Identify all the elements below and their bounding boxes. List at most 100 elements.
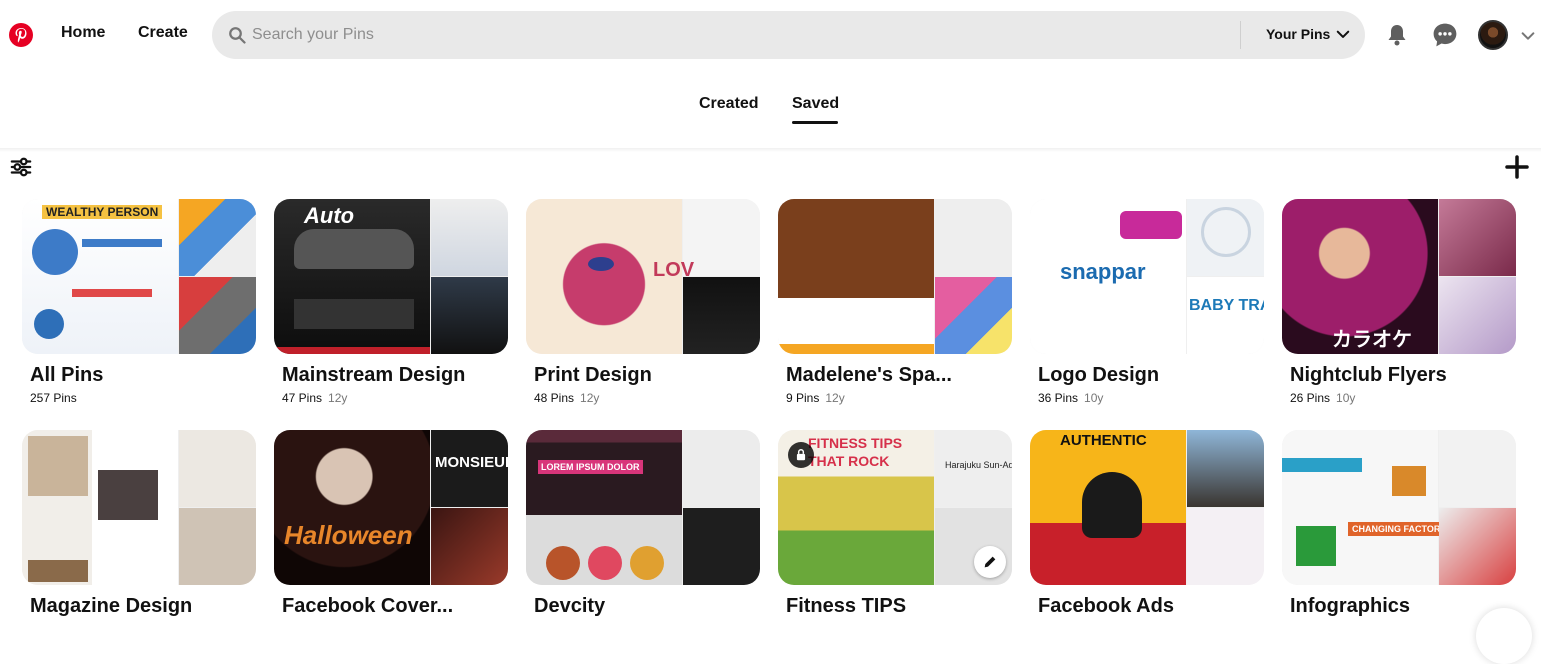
- board-cover[interactable]: カラオケ: [1282, 199, 1516, 354]
- board-cover-side-image: [431, 199, 508, 276]
- board-title[interactable]: Devcity: [534, 595, 605, 618]
- board-card[interactable]: WEALTHY PERSON All Pins 257 Pins: [22, 199, 258, 405]
- cover-caption: BABY TRAV: [1189, 297, 1264, 314]
- board-cover-side-image: [683, 430, 760, 507]
- board-card[interactable]: カラオケ Nightclub Flyers 26 Pins 10y: [1282, 199, 1518, 405]
- home-link[interactable]: Home: [61, 24, 105, 42]
- chevron-down-icon[interactable]: [1520, 28, 1536, 44]
- board-title[interactable]: All Pins: [30, 364, 103, 387]
- board-title[interactable]: Mainstream Design: [282, 364, 465, 387]
- avatar[interactable]: [1478, 20, 1508, 50]
- board-cover[interactable]: [22, 430, 256, 585]
- board-card[interactable]: Magazine Design: [22, 430, 258, 617]
- board-title[interactable]: Nightclub Flyers: [1290, 364, 1447, 387]
- search-bar[interactable]: Your Pins: [212, 11, 1365, 59]
- cover-graphic: [546, 546, 580, 580]
- cover-graphic: [274, 347, 430, 354]
- tab-created[interactable]: Created: [699, 95, 759, 113]
- active-tab-indicator: [792, 121, 838, 124]
- board-card[interactable]: LOREM IPSUM DOLOR Devcity: [526, 430, 762, 617]
- board-card[interactable]: Halloween MONSIEUR Facebook Cover...: [274, 430, 510, 617]
- board-cover[interactable]: LOREM IPSUM DOLOR: [526, 430, 760, 585]
- board-cover-side-image: [1187, 430, 1264, 507]
- cover-caption: FITNESS TIPS THAT ROCK: [808, 435, 903, 469]
- cover-graphic: [32, 229, 78, 275]
- plus-icon[interactable]: [1505, 155, 1529, 179]
- cover-caption: Halloween: [284, 520, 413, 550]
- cover-graphic: [98, 470, 158, 520]
- cover-graphic: [28, 436, 88, 496]
- create-link[interactable]: Create: [138, 24, 188, 42]
- board-cover-side-image: [1187, 199, 1264, 276]
- board-title[interactable]: Fitness TIPS: [786, 595, 906, 618]
- board-title[interactable]: Print Design: [534, 364, 652, 387]
- board-title[interactable]: Infographics: [1290, 595, 1410, 618]
- board-cover-side-image: [431, 277, 508, 354]
- header-divider: [0, 148, 1541, 152]
- cover-caption: カラオケ: [1332, 329, 1412, 351]
- board-cover[interactable]: AUTHENTIC: [1030, 430, 1264, 585]
- board-card[interactable]: CHANGING FACTORS Infographics: [1282, 430, 1518, 617]
- chevron-down-icon: [1337, 30, 1350, 38]
- board-cover[interactable]: FITNESS TIPS THAT ROCK Harajuku Sun-Ad: [778, 430, 1012, 585]
- board-cover[interactable]: snappar BABY TRAV: [1030, 199, 1264, 354]
- tab-saved[interactable]: Saved: [792, 95, 839, 113]
- notifications-button[interactable]: [1384, 22, 1410, 48]
- board-meta: 26 Pins 10y: [1290, 391, 1355, 405]
- board-card[interactable]: AUTHENTIC Facebook Ads: [1030, 430, 1266, 617]
- search-icon: [229, 27, 246, 44]
- cover-caption: snappar: [1060, 259, 1146, 284]
- cover-graphic: [588, 257, 614, 271]
- board-age: 12y: [580, 391, 600, 405]
- cover-graphic: [294, 299, 414, 329]
- board-cover-main-image: Auto: [274, 199, 430, 354]
- cover-caption: Harajuku Sun-Ad: [945, 460, 1012, 470]
- board-card[interactable]: Auto Mainstream Design 47 Pins 12y: [274, 199, 510, 405]
- board-age: 10y: [1336, 391, 1356, 405]
- board-title[interactable]: Logo Design: [1038, 364, 1159, 387]
- bell-icon: [1388, 25, 1406, 46]
- floating-help-button[interactable]: [1476, 608, 1532, 664]
- board-cover[interactable]: Auto: [274, 199, 508, 354]
- edit-board-button[interactable]: [974, 546, 1006, 578]
- board-cover-side-image: [431, 508, 508, 585]
- board-title[interactable]: Facebook Ads: [1038, 595, 1174, 618]
- board-age: 10y: [1084, 391, 1104, 405]
- board-pin-count: 9 Pins: [786, 391, 820, 405]
- search-input[interactable]: [252, 11, 1232, 59]
- board-title[interactable]: Facebook Cover...: [282, 595, 453, 618]
- board-card[interactable]: Madelene's Spa... 9 Pins 12y: [778, 199, 1014, 405]
- board-cover-side-image: [1187, 508, 1264, 585]
- messages-button[interactable]: [1432, 22, 1458, 48]
- board-meta: 36 Pins 10y: [1038, 391, 1103, 405]
- cover-graphic: [34, 309, 64, 339]
- board-cover[interactable]: Halloween MONSIEUR: [274, 430, 508, 585]
- board-card[interactable]: snappar BABY TRAV Logo Design 36 Pins 10y: [1030, 199, 1266, 405]
- board-title[interactable]: Magazine Design: [30, 595, 192, 618]
- pinterest-logo[interactable]: [9, 23, 33, 47]
- search-scope-dropdown[interactable]: Your Pins: [1266, 26, 1350, 42]
- board-card[interactable]: FITNESS TIPS THAT ROCK Harajuku Sun-Ad F…: [778, 430, 1014, 617]
- board-cover-side-image: Harajuku Sun-Ad: [935, 430, 1012, 507]
- board-meta: 9 Pins 12y: [786, 391, 845, 405]
- board-cover-main-image: AUTHENTIC: [1030, 430, 1186, 585]
- lock-glyph-icon: [796, 449, 806, 461]
- filter-icon[interactable]: [10, 156, 32, 178]
- board-meta: 47 Pins 12y: [282, 391, 347, 405]
- board-cover[interactable]: WEALTHY PERSON: [22, 199, 256, 354]
- board-cover[interactable]: LOV: [526, 199, 760, 354]
- board-cover[interactable]: CHANGING FACTORS: [1282, 430, 1516, 585]
- board-cover-main-image: snappar: [1030, 199, 1186, 354]
- cover-caption: AUTHENTIC: [1060, 432, 1147, 449]
- board-card[interactable]: LOV Print Design 48 Pins 12y: [526, 199, 762, 405]
- board-pin-count: 26 Pins: [1290, 391, 1331, 405]
- cover-graphic: [1120, 211, 1182, 239]
- board-cover-side-image: MONSIEUR: [431, 430, 508, 507]
- board-cover-side-image: [179, 430, 256, 507]
- board-cover[interactable]: [778, 199, 1012, 354]
- board-cover-side-image: [179, 199, 256, 276]
- board-cover-side-image: [683, 277, 760, 354]
- board-cover-main-image: カラオケ: [1282, 199, 1438, 354]
- lock-icon: [788, 442, 814, 468]
- board-title[interactable]: Madelene's Spa...: [786, 364, 952, 387]
